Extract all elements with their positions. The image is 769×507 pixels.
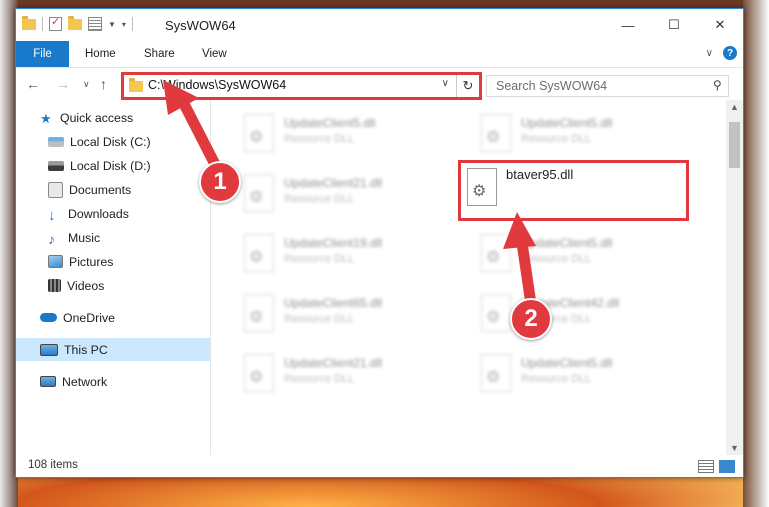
- step-1-badge: 1: [199, 161, 241, 203]
- step-2-badge: 2: [510, 298, 552, 340]
- callout-arrows: [163, 80, 537, 310]
- arrow-2: [503, 212, 537, 310]
